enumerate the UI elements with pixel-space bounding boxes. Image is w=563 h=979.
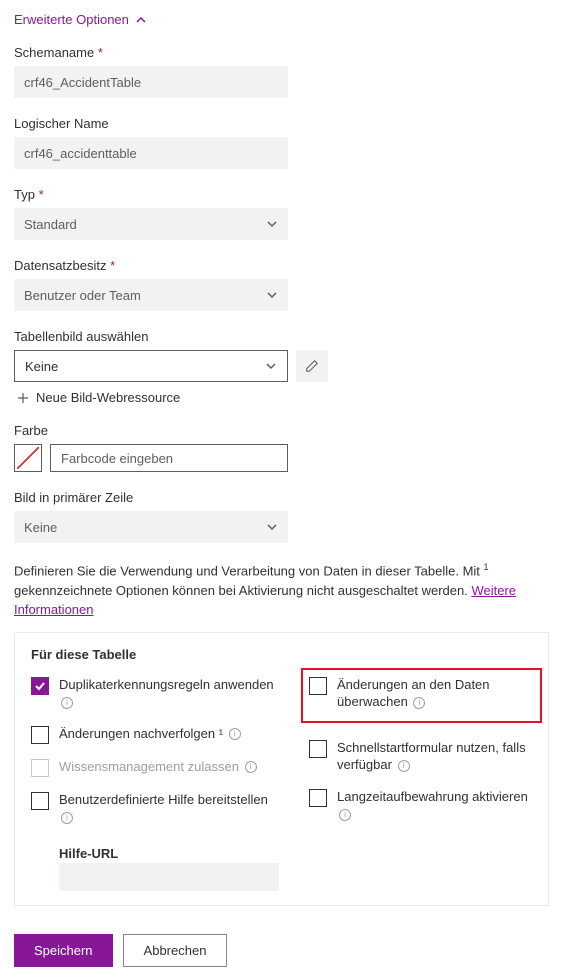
quick-create-option: Schnellstartformular nutzen, falls verfü… — [309, 739, 532, 774]
primary-image-select[interactable]: Keine — [14, 511, 288, 543]
primary-image-field: Bild in primärer Zeile Keine — [14, 490, 549, 543]
retention-label: Langzeitaufbewahrung aktivieren i — [337, 788, 532, 823]
schema-name-field: Schemaname * — [14, 45, 549, 98]
info-icon[interactable]: i — [398, 760, 410, 772]
new-image-label: Neue Bild-Webressource — [36, 390, 180, 405]
color-swatch[interactable] — [14, 444, 42, 472]
retention-option: Langzeitaufbewahrung aktivieren i — [309, 788, 532, 823]
cancel-button[interactable]: Abbrechen — [123, 934, 228, 967]
info-icon[interactable]: i — [61, 697, 73, 709]
track-changes-option: Änderungen nachverfolgen ¹ i — [31, 725, 279, 744]
primary-image-label: Bild in primärer Zeile — [14, 490, 549, 505]
help-url-field: Hilfe-URL — [59, 846, 279, 891]
table-image-select[interactable]: Keine — [14, 350, 288, 382]
chevron-down-icon — [266, 521, 278, 533]
check-icon — [34, 680, 46, 692]
quick-create-label: Schnellstartformular nutzen, falls verfü… — [337, 739, 532, 774]
knowledge-option: Wissensmanagement zulassen i — [31, 758, 279, 777]
ownership-label: Datensatzbesitz * — [14, 258, 549, 273]
chevron-down-icon — [265, 360, 277, 372]
info-icon[interactable]: i — [245, 761, 257, 773]
audit-changes-option: Änderungen an den Daten überwachen i — [309, 676, 532, 711]
color-input[interactable] — [50, 444, 288, 472]
edit-image-button[interactable] — [296, 350, 328, 382]
advanced-options-label: Erweiterte Optionen — [14, 12, 129, 27]
custom-help-label: Benutzerdefinierte Hilfe bereitstellen i — [59, 791, 279, 826]
info-icon[interactable]: i — [61, 812, 73, 824]
chevron-up-icon — [135, 14, 147, 26]
new-image-link[interactable]: Neue Bild-Webressource — [14, 390, 549, 405]
table-options-panel: Für diese Tabelle Duplikaterkennungsrege… — [14, 632, 549, 906]
ownership-select[interactable]: Benutzer oder Team — [14, 279, 288, 311]
schema-name-label: Schemaname * — [14, 45, 549, 60]
panel-title: Für diese Tabelle — [31, 647, 532, 662]
logical-name-field: Logischer Name — [14, 116, 549, 169]
knowledge-checkbox — [31, 759, 49, 777]
duplicate-detection-checkbox[interactable] — [31, 677, 49, 695]
audit-changes-checkbox[interactable] — [309, 677, 327, 695]
plus-icon — [16, 391, 30, 405]
primary-image-value: Keine — [24, 520, 57, 535]
ownership-value: Benutzer oder Team — [24, 288, 141, 303]
duplicate-detection-option: Duplikaterkennungsregeln anwenden i — [31, 676, 279, 711]
table-image-field: Tabellenbild auswählen Keine Neue Bild-W… — [14, 329, 549, 405]
pencil-icon — [305, 359, 319, 373]
button-row: Speichern Abbrechen — [14, 934, 549, 967]
color-field: Farbe — [14, 423, 549, 472]
quick-create-checkbox[interactable] — [309, 740, 327, 758]
audit-changes-label: Änderungen an den Daten überwachen i — [337, 676, 532, 711]
schema-name-input[interactable] — [14, 66, 288, 98]
description-text: Definieren Sie die Verwendung und Verarb… — [14, 561, 549, 620]
knowledge-label: Wissensmanagement zulassen i — [59, 758, 257, 776]
track-changes-label: Änderungen nachverfolgen ¹ i — [59, 725, 241, 743]
color-label: Farbe — [14, 423, 549, 438]
chevron-down-icon — [266, 218, 278, 230]
advanced-options-toggle[interactable]: Erweiterte Optionen — [14, 12, 549, 27]
logical-name-input[interactable] — [14, 137, 288, 169]
info-icon[interactable]: i — [413, 697, 425, 709]
type-field: Typ * Standard — [14, 187, 549, 240]
type-select[interactable]: Standard — [14, 208, 288, 240]
highlight-audit-box: Änderungen an den Daten überwachen i — [301, 668, 542, 723]
save-button[interactable]: Speichern — [14, 934, 113, 967]
help-url-input[interactable] — [59, 863, 279, 891]
ownership-field: Datensatzbesitz * Benutzer oder Team — [14, 258, 549, 311]
info-icon[interactable]: i — [339, 809, 351, 821]
chevron-down-icon — [266, 289, 278, 301]
track-changes-checkbox[interactable] — [31, 726, 49, 744]
logical-name-label: Logischer Name — [14, 116, 549, 131]
table-image-label: Tabellenbild auswählen — [14, 329, 549, 344]
type-value: Standard — [24, 217, 77, 232]
type-label: Typ * — [14, 187, 549, 202]
duplicate-detection-label: Duplikaterkennungsregeln anwenden i — [59, 676, 279, 711]
info-icon[interactable]: i — [229, 728, 241, 740]
custom-help-checkbox[interactable] — [31, 792, 49, 810]
custom-help-option: Benutzerdefinierte Hilfe bereitstellen i — [31, 791, 279, 826]
retention-checkbox[interactable] — [309, 789, 327, 807]
help-url-label: Hilfe-URL — [59, 846, 279, 861]
table-image-value: Keine — [25, 359, 58, 374]
